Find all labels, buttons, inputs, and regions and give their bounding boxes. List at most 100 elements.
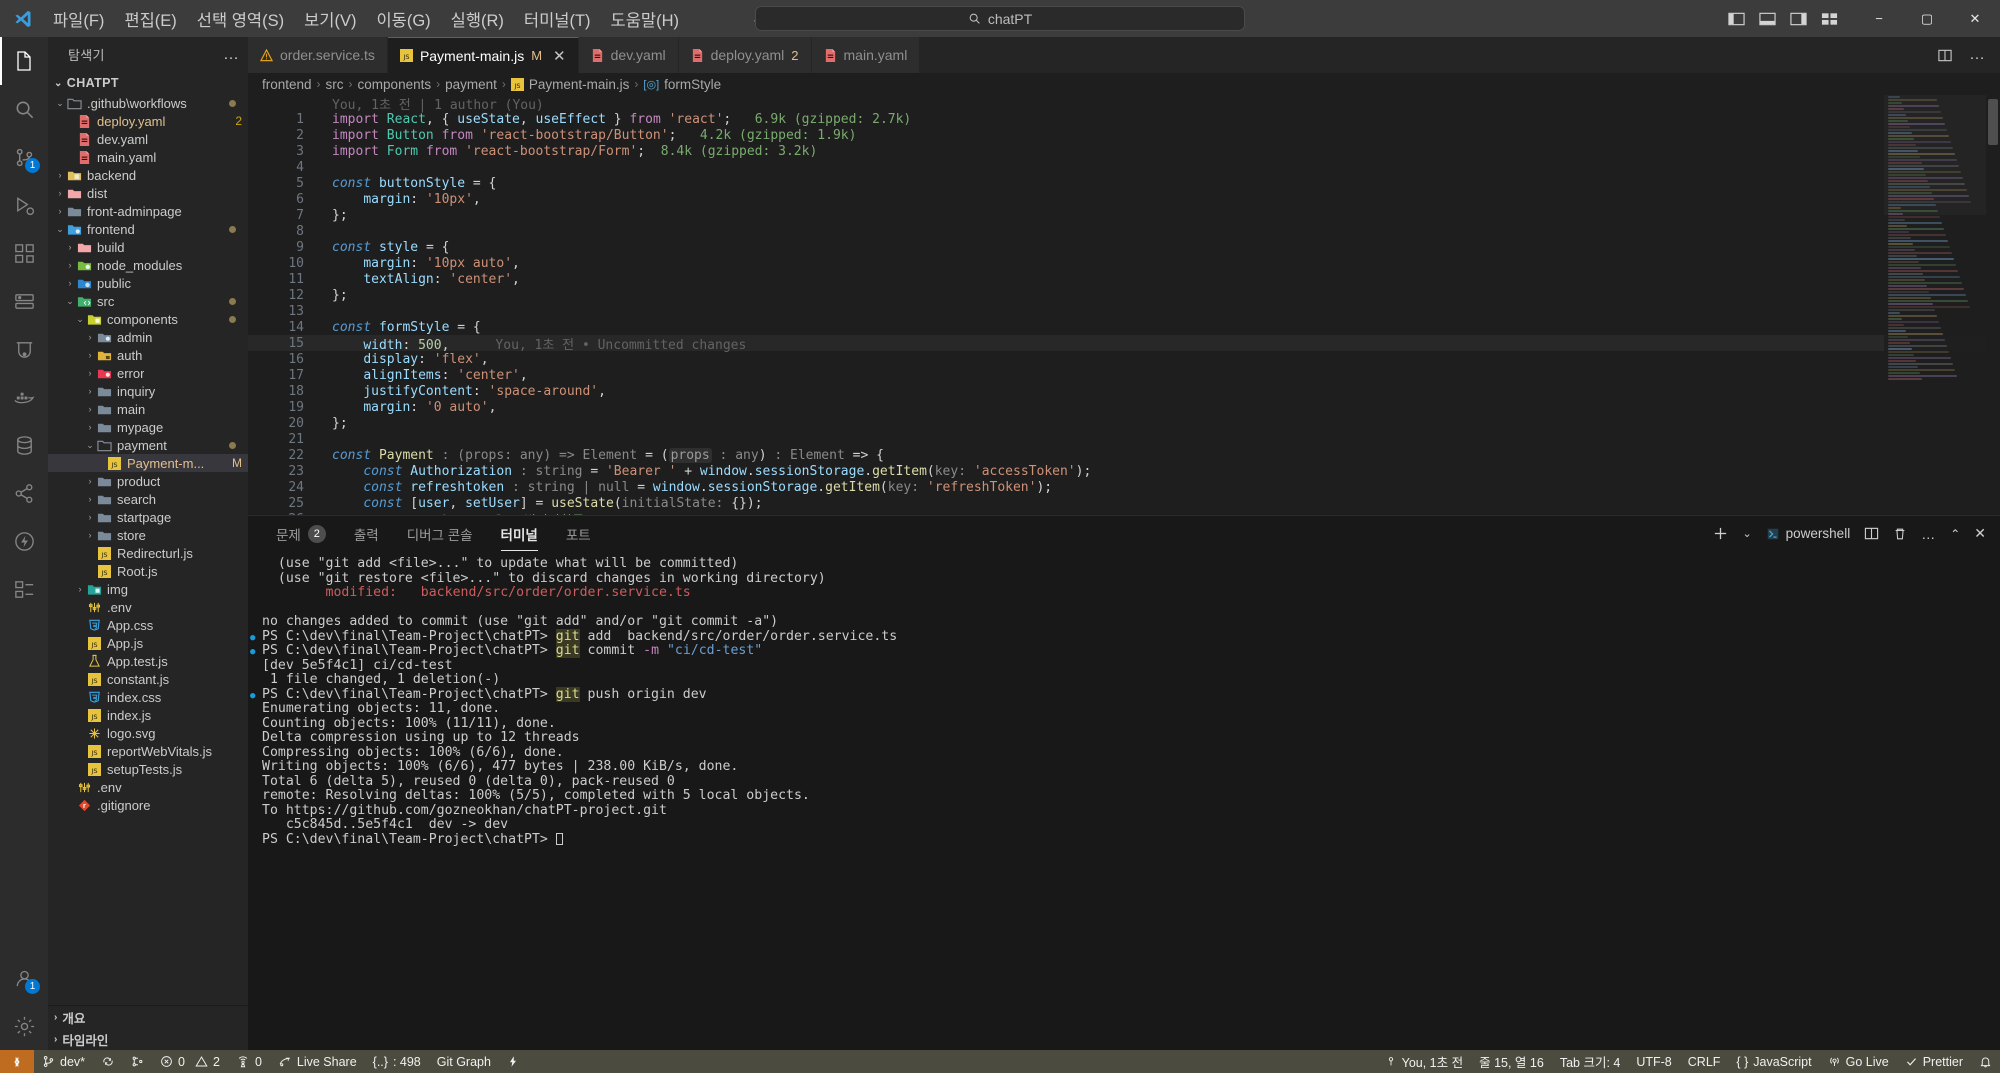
code-line[interactable]: 9 const style = { [248, 239, 2000, 255]
chevron-down-icon[interactable]: ⌄ [54, 224, 66, 235]
tree-file-deploy-yaml[interactable]: deploy.yaml 2 [48, 112, 248, 130]
code-line[interactable]: 6 margin: '10px', [248, 191, 2000, 207]
tree-file-setuptests-js[interactable]: JS setupTests.js [48, 760, 248, 778]
code-line[interactable]: 4 [248, 159, 2000, 175]
menu-selection[interactable]: 선택 영역(S) [188, 4, 293, 34]
chevron-right-icon[interactable]: › [84, 332, 96, 342]
source-control-icon[interactable]: 1 [0, 133, 48, 181]
code-line[interactable]: 15 width: 500, You, 1초 전 • Uncommitted ch… [248, 335, 2000, 353]
tab-terminal[interactable]: 터미널 [487, 516, 552, 551]
tree-file-constant-js[interactable]: JS constant.js [48, 670, 248, 688]
customize-layout-icon[interactable] [1821, 11, 1838, 27]
code-line[interactable]: 26 // product는 prop으로 받아야할듯 [248, 511, 2000, 516]
code-line[interactable]: 20}; [248, 415, 2000, 431]
terminal-shell-name[interactable]: powershell [1766, 526, 1850, 541]
tree-file-app-test-js[interactable]: App.test.js [48, 652, 248, 670]
tree-folder-product[interactable]: › product [48, 472, 248, 490]
tree-folder-front-adminpage[interactable]: › front-adminpage [48, 202, 248, 220]
tree-folder-img[interactable]: › img [48, 580, 248, 598]
tree-folder-search[interactable]: › search [48, 490, 248, 508]
chevron-right-icon[interactable]: › [64, 278, 76, 288]
tree-folder-main[interactable]: › main [48, 400, 248, 418]
status-go-live[interactable]: Go Live [1820, 1050, 1897, 1073]
more-actions-icon[interactable]: … [223, 46, 240, 64]
share-icon[interactable] [0, 469, 48, 517]
more-actions-icon[interactable]: … [1921, 526, 1936, 542]
code-line[interactable]: 10 margin: '10px auto', [248, 255, 2000, 271]
tree-folder-dist[interactable]: › dist [48, 184, 248, 202]
tree-folder-startpage[interactable]: › startpage [48, 508, 248, 526]
tab-ports[interactable]: 포트 [552, 516, 605, 551]
code-line[interactable]: 7}; [248, 207, 2000, 223]
todo-tree-icon[interactable] [0, 565, 48, 613]
status-notifications-bell-icon[interactable] [1971, 1050, 2000, 1073]
chevron-right-icon[interactable]: › [84, 350, 96, 360]
menu-edit[interactable]: 편집(E) [115, 4, 185, 34]
sidebar-item-outline[interactable]: › 개요 [48, 1006, 248, 1028]
menu-help[interactable]: 도움말(H) [602, 4, 688, 34]
chevron-right-icon[interactable]: › [84, 404, 96, 414]
thunder-client-icon[interactable] [0, 517, 48, 565]
status-eol[interactable]: CRLF [1680, 1050, 1729, 1073]
toggle-panel-icon[interactable] [1759, 11, 1776, 27]
tab-debug-console[interactable]: 디버그 콘솔 [393, 516, 487, 551]
tree-file-reportwebvitals-js[interactable]: JS reportWebVitals.js [48, 742, 248, 760]
tree-file-logo-svg[interactable]: logo.svg [48, 724, 248, 742]
workspace-root-section[interactable]: ⌄ CHATPT [48, 72, 248, 94]
code-line[interactable]: 5 const buttonStyle = { [248, 175, 2000, 191]
more-actions-icon[interactable]: … [1969, 46, 1986, 64]
tab-output[interactable]: 출력 [340, 516, 393, 551]
maximize-panel-icon[interactable]: ⌃ [1950, 527, 1960, 541]
breadcrumb-item[interactable]: frontend [262, 77, 312, 92]
code-line[interactable]: 11 textAlign: 'center', [248, 271, 2000, 287]
code-lines[interactable]: You, 1초 전 | 1 author (You) 1 import React,… [248, 95, 2000, 515]
kill-terminal-icon[interactable] [1893, 527, 1907, 541]
code-line[interactable]: 12}; [248, 287, 2000, 303]
tree-folder-mypage[interactable]: › mypage [48, 418, 248, 436]
menu-terminal[interactable]: 터미널(T) [515, 4, 600, 34]
status-braces[interactable]: {..} : 498 [365, 1050, 429, 1073]
tree-folder-public[interactable]: › public [48, 274, 248, 292]
run-debug-icon[interactable] [0, 181, 48, 229]
chevron-right-icon[interactable]: › [64, 260, 76, 270]
code-line[interactable]: 13 [248, 303, 2000, 319]
tree-file--gitignore[interactable]: .gitignore [48, 796, 248, 814]
status-problems[interactable]: 0 2 [152, 1050, 228, 1073]
code-line[interactable]: 8 [248, 223, 2000, 239]
status-sync-icon[interactable] [93, 1050, 123, 1073]
chevron-right-icon[interactable]: › [84, 476, 96, 486]
tree-file-dev-yaml[interactable]: dev.yaml [48, 130, 248, 148]
accounts-icon[interactable]: 1 [0, 954, 48, 1002]
database-icon[interactable] [0, 421, 48, 469]
tree-file-redirecturl-js[interactable]: JS Redirecturl.js [48, 544, 248, 562]
code-line[interactable]: 21 [248, 431, 2000, 447]
status-ports[interactable]: 0 [228, 1050, 270, 1073]
tree-file-app-css[interactable]: App.css [48, 616, 248, 634]
tree-folder-store[interactable]: › store [48, 526, 248, 544]
editor-scrollbar[interactable] [1986, 95, 2000, 515]
chevron-right-icon[interactable]: › [84, 368, 96, 378]
editor-tab-main-yaml[interactable]: main.yaml [811, 37, 921, 73]
status-cursor-position[interactable]: 줄 15, 열 16 [1471, 1050, 1552, 1073]
close-icon[interactable]: ✕ [553, 47, 566, 65]
status-tab-size[interactable]: Tab 크기: 4 [1552, 1050, 1629, 1073]
chevron-right-icon[interactable]: › [84, 386, 96, 396]
terminal-output[interactable]: (use "git add <file>..." to update what … [248, 551, 2000, 1050]
chevron-right-icon[interactable]: › [84, 494, 96, 504]
window-close-button[interactable]: ✕ [1952, 0, 1998, 37]
docker-icon[interactable] [0, 373, 48, 421]
split-editor-icon[interactable] [1937, 48, 1953, 63]
scrollbar-thumb[interactable] [1988, 99, 1998, 145]
tree-folder-backend[interactable]: › backend [48, 166, 248, 184]
status-live-share[interactable]: Live Share [270, 1050, 365, 1073]
tree-folder-payment[interactable]: ⌄ payment [48, 436, 248, 454]
tree-folder-src[interactable]: ⌄ src [48, 292, 248, 310]
tree-file--env[interactable]: .env [48, 778, 248, 796]
tree-folder-admin[interactable]: › admin [48, 328, 248, 346]
chevron-right-icon[interactable]: › [54, 206, 66, 216]
tree-file-main-yaml[interactable]: main.yaml [48, 148, 248, 166]
code-editor[interactable]: You, 1초 전 | 1 author (You) 1 import React,… [248, 95, 2000, 515]
tree-folder--github-workflows[interactable]: ⌄ .github\workflows [48, 94, 248, 112]
status-language-mode[interactable]: { } JavaScript [1728, 1050, 1819, 1073]
menu-file[interactable]: 파일(F) [44, 4, 113, 34]
